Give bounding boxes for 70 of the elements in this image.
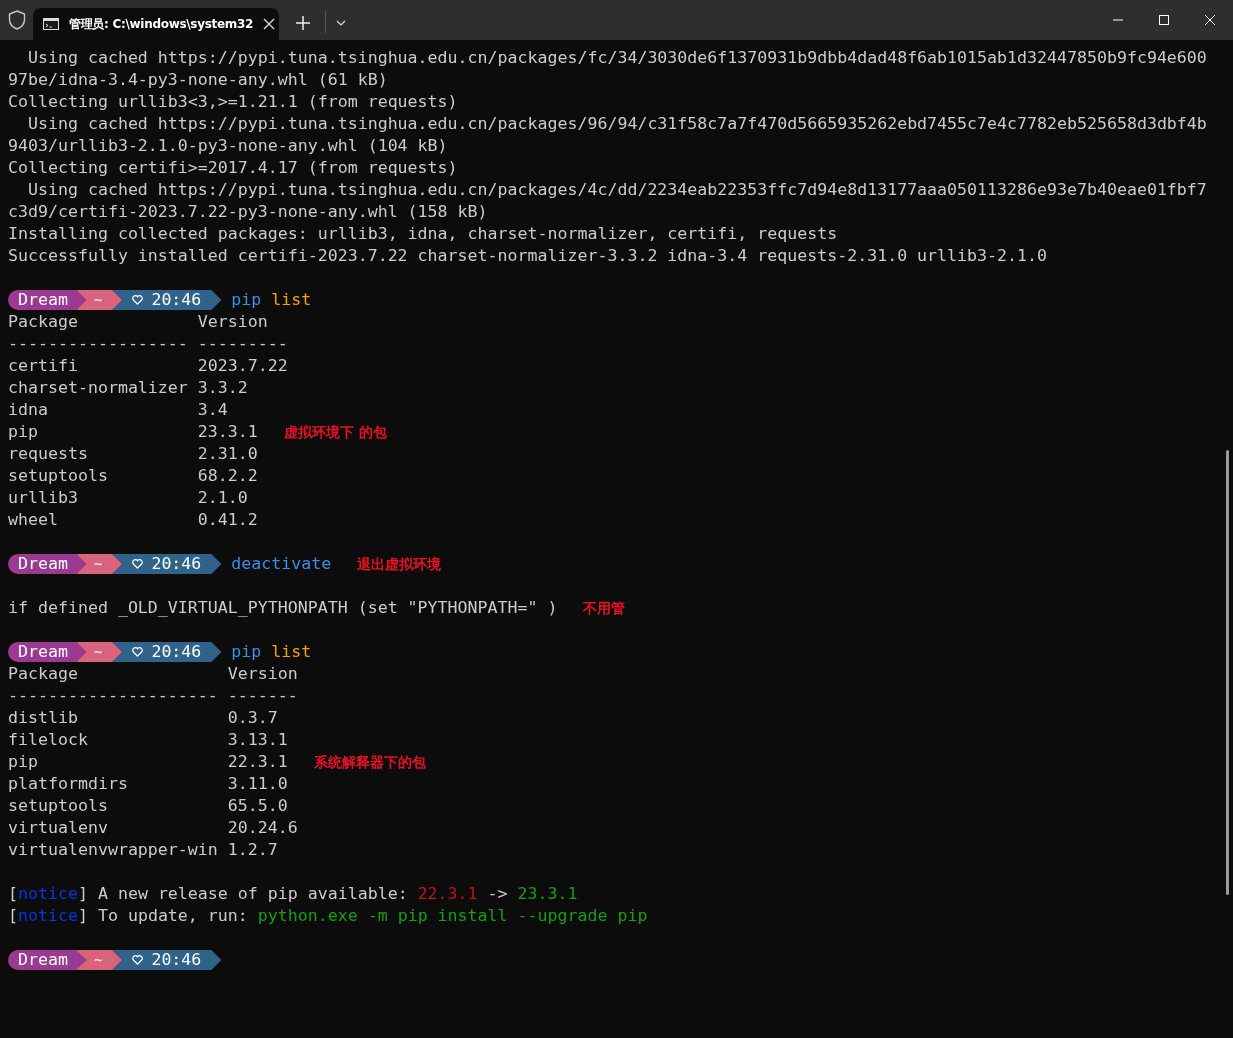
terminal-text: 97be/idna-3.4-py3-none-any.whl (61 kB) bbox=[8, 69, 388, 91]
prompt-user-segment: Dream bbox=[8, 950, 86, 970]
terminal-text: ] To update, run: bbox=[77, 905, 249, 927]
terminal-text: virtualenvwrapper-win 1.2.7 bbox=[8, 839, 278, 861]
terminal-text: Package Version bbox=[8, 311, 268, 333]
maximize-icon[interactable] bbox=[1158, 14, 1170, 26]
terminal-text: charset-normalizer 3.3.2 bbox=[8, 377, 248, 399]
prompt-user-segment: Dream bbox=[8, 290, 86, 310]
new-tab-icon[interactable] bbox=[295, 15, 311, 31]
terminal-text: virtualenv 20.24.6 bbox=[8, 817, 298, 839]
close-icon[interactable] bbox=[1204, 14, 1216, 26]
close-tab-icon[interactable] bbox=[263, 18, 276, 30]
annotation-text: 退出虚拟环境 bbox=[357, 555, 442, 574]
annotation-text: 不用管 bbox=[583, 599, 626, 618]
terminal-text: platformdirs 3.11.0 bbox=[8, 773, 288, 795]
terminal-text: [ bbox=[8, 883, 18, 905]
terminal-tab[interactable]: 管理员: C:\windows\system32 bbox=[33, 8, 279, 40]
heart-icon bbox=[132, 955, 144, 965]
prompt-time: 20:46 bbox=[151, 949, 202, 971]
terminal-text: Collecting certifi>=2017.4.17 (from requests) bbox=[8, 157, 458, 179]
terminal-text: pip 23.3.1 bbox=[8, 421, 258, 443]
prompt-user-segment: Dream bbox=[8, 642, 86, 662]
old-version-text: 22.3.1 bbox=[417, 883, 478, 905]
new-version-text: python.exe -m pip install --upgrade pip bbox=[257, 905, 648, 927]
new-version-text: 23.3.1 bbox=[517, 883, 578, 905]
terminal-text: --------------------- ------- bbox=[8, 685, 298, 707]
terminal-text: if defined _OLD_VIRTUAL_PYTHONPATH (set "PYTHONPATH=" ) bbox=[8, 597, 558, 619]
terminal-text: Using cached https://pypi.tuna.tsinghua.edu.cn/packages/fc/34/3030de6f1370931b9dbb4dad48f6ab1015ab1d32447850b9fc94e600 bbox=[26, 47, 1207, 69]
argument-text: list bbox=[271, 641, 312, 663]
annotation-text: 虚拟环境下 的包 bbox=[283, 423, 387, 442]
terminal-text: Collecting urllib3<3,>=1.21.1 (from requests) bbox=[8, 91, 458, 113]
terminal-text: filelock 3.13.1 bbox=[8, 729, 288, 751]
terminal-text: certifi 2023.7.22 bbox=[8, 355, 288, 377]
terminal-text: [ bbox=[8, 905, 18, 927]
terminal-text: ------------------ --------- bbox=[8, 333, 288, 355]
terminal-text: -> bbox=[486, 883, 509, 905]
terminal-text: requests 2.31.0 bbox=[8, 443, 258, 465]
terminal-text: idna 3.4 bbox=[8, 399, 228, 421]
notice-label: notice bbox=[18, 883, 78, 905]
terminal-text: Package Version bbox=[8, 663, 298, 685]
prompt-user-segment: Dream bbox=[8, 554, 86, 574]
heart-icon bbox=[132, 647, 144, 657]
prompt-time: 20:46 bbox=[151, 641, 202, 663]
terminal-text: Successfully installed certifi-2023.7.22 charset-normalizer-3.3.2 idna-3.4 requests-2.31.0 urllib3-2.1.0 bbox=[8, 245, 1047, 267]
scrollbar-thumb[interactable] bbox=[1226, 450, 1229, 895]
command-text: pip bbox=[231, 289, 262, 311]
terminal-text: distlib 0.3.7 bbox=[8, 707, 278, 729]
terminal-text: setuptools 68.2.2 bbox=[8, 465, 258, 487]
terminal-text: 9403/urllib3-2.1.0-py3-none-any.whl (104 kB) bbox=[8, 135, 448, 157]
terminal-text: pip 22.3.1 bbox=[8, 751, 288, 773]
terminal-text: Using cached https://pypi.tuna.tsinghua.edu.cn/packages/4c/dd/2234eab22353ffc7d94e8d13177aaa050113286e93e7b40eae01fbf7 bbox=[26, 179, 1207, 201]
terminal-text: wheel 0.41.2 bbox=[8, 509, 258, 531]
terminal-text: ] A new release of pip available: bbox=[77, 883, 409, 905]
terminal-text: setuptools 65.5.0 bbox=[8, 795, 288, 817]
argument-text: list bbox=[271, 289, 312, 311]
notice-label: notice bbox=[18, 905, 78, 927]
terminal-text: Installing collected packages: urllib3, idna, charset-normalizer, certifi, requests bbox=[8, 223, 838, 245]
console-icon bbox=[43, 18, 59, 30]
terminal-text: urllib3 2.1.0 bbox=[8, 487, 248, 509]
heart-icon bbox=[132, 295, 144, 305]
heart-icon bbox=[132, 559, 144, 569]
terminal-text: Using cached https://pypi.tuna.tsinghua.edu.cn/packages/96/94/c31f58c7a7f470d5665935262ebd7455c7e4c7782eb525658d3dbf4b bbox=[26, 113, 1207, 135]
annotation-text: 系统解释器下的包 bbox=[313, 753, 426, 772]
command-text: pip bbox=[231, 641, 262, 663]
terminal-text: c3d9/certifi-2023.7.22-py3-none-any.whl (158 kB) bbox=[8, 201, 488, 223]
shield-icon[interactable] bbox=[8, 10, 26, 30]
dropdown-caret-icon[interactable] bbox=[336, 20, 346, 26]
command-text: deactivate bbox=[231, 553, 332, 575]
prompt-time: 20:46 bbox=[151, 289, 202, 311]
prompt-time: 20:46 bbox=[151, 553, 202, 575]
